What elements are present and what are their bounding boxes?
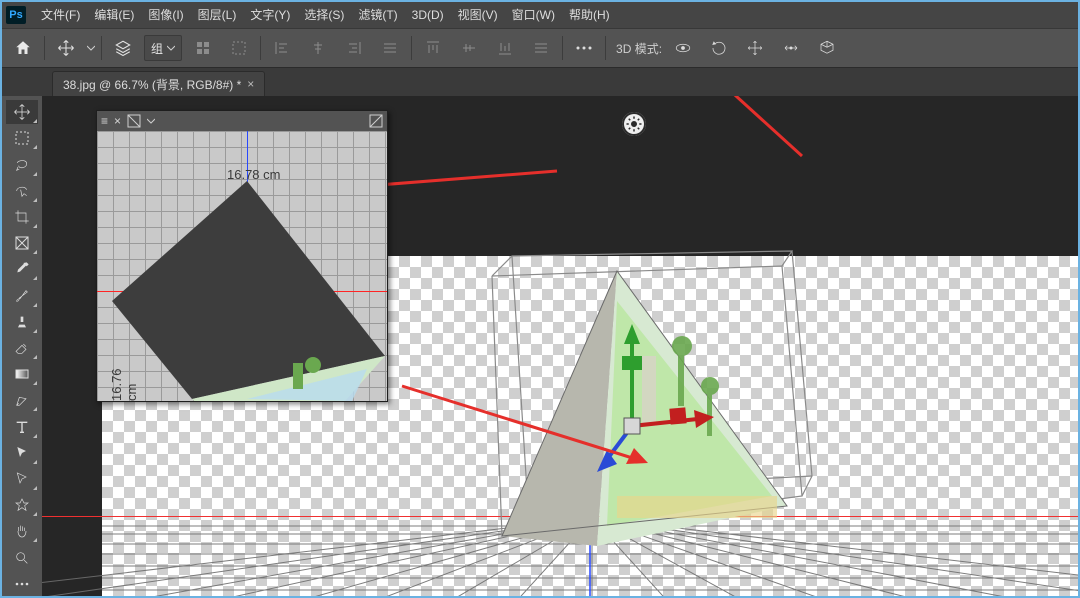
group-selector[interactable]: 组 [144, 35, 182, 61]
separator [562, 36, 563, 60]
secondary-3d-view-panel[interactable]: ≡ × 16.78 cm 16.76 cm [96, 110, 388, 402]
mode3d-label: 3D 模式: [616, 40, 662, 57]
document-tab[interactable]: 38.jpg @ 66.7% (背景, RGB/8#) * × [52, 71, 265, 96]
separator [44, 36, 45, 60]
path-select-tool[interactable] [6, 441, 38, 465]
move-tool-icon[interactable] [51, 33, 81, 63]
separator [411, 36, 412, 60]
align-vcenter-icon[interactable] [454, 33, 484, 63]
move-tool[interactable] [6, 100, 38, 124]
menu-edit[interactable]: 编辑(E) [87, 2, 141, 28]
align-top-icon[interactable] [418, 33, 448, 63]
hand-tool[interactable] [6, 519, 38, 543]
secondary-view-titlebar[interactable]: ≡ × [97, 111, 387, 132]
menu-layer[interactable]: 图层(L) [191, 2, 244, 28]
document-canvas[interactable]: ≡ × 16.78 cm 16.76 cm [42, 96, 1078, 596]
crop-tool[interactable] [6, 205, 38, 229]
align-hcenter-icon[interactable] [303, 33, 333, 63]
work-area: ≡ × 16.78 cm 16.76 cm [2, 96, 1078, 596]
clone-stamp-tool[interactable] [6, 310, 38, 334]
3d-slide-icon[interactable] [776, 33, 806, 63]
align-left-icon[interactable] [267, 33, 297, 63]
more-tool[interactable] [6, 572, 38, 596]
3d-scale-icon[interactable] [812, 33, 842, 63]
menu-file[interactable]: 文件(F) [34, 2, 87, 28]
align-more-icon[interactable] [375, 33, 405, 63]
eraser-tool[interactable] [6, 336, 38, 360]
separator [260, 36, 261, 60]
direct-select-tool[interactable] [6, 467, 38, 491]
quick-select-tool[interactable] [6, 179, 38, 203]
menu-select[interactable]: 选择(S) [297, 2, 351, 28]
brush-tool[interactable] [6, 283, 38, 307]
panel-view-icon[interactable] [127, 114, 141, 128]
home-button[interactable] [8, 33, 38, 63]
separator [605, 36, 606, 60]
document-tab-title: 38.jpg @ 66.7% (背景, RGB/8#) * [63, 76, 241, 93]
menu-help[interactable]: 帮助(H) [562, 2, 617, 28]
opt-icon-1[interactable] [188, 33, 218, 63]
type-tool[interactable] [6, 414, 38, 438]
menu-type[interactable]: 文字(Y) [243, 2, 297, 28]
environment-light-icon[interactable] [622, 112, 646, 136]
3d-rotate-icon[interactable] [704, 33, 734, 63]
close-tab-icon[interactable]: × [247, 77, 254, 91]
panel-expand-icon[interactable] [369, 114, 383, 128]
zoom-tool[interactable] [6, 545, 38, 569]
distribute-icon[interactable] [526, 33, 556, 63]
photoshop-window: Ps 文件(F) 编辑(E) 图像(I) 图层(L) 文字(Y) 选择(S) 滤… [0, 0, 1080, 598]
menu-view[interactable]: 视图(V) [451, 2, 505, 28]
frame-tool[interactable] [6, 231, 38, 255]
align-bottom-icon[interactable] [490, 33, 520, 63]
pen-tool[interactable] [6, 388, 38, 412]
rect-marquee-tool[interactable] [6, 126, 38, 150]
lasso-tool[interactable] [6, 152, 38, 176]
3d-pan-icon[interactable] [740, 33, 770, 63]
show-transform-controls-icon[interactable] [224, 33, 254, 63]
layers-stack-icon[interactable] [108, 33, 138, 63]
gradient-tool[interactable] [6, 362, 38, 386]
chevron-down-icon[interactable] [147, 117, 155, 125]
tools-panel [2, 96, 43, 596]
eyedropper-tool[interactable] [6, 257, 38, 281]
app-logo: Ps [6, 6, 26, 24]
group-selector-label: 组 [151, 40, 163, 57]
align-right-icon[interactable] [339, 33, 369, 63]
more-options-icon[interactable] [569, 33, 599, 63]
panel-close-icon[interactable]: × [114, 114, 121, 128]
secondary-pyramid [97, 131, 387, 401]
3d-orbit-icon[interactable] [668, 33, 698, 63]
menu-image[interactable]: 图像(I) [141, 2, 190, 28]
menu-bar: Ps 文件(F) 编辑(E) 图像(I) 图层(L) 文字(Y) 选择(S) 滤… [2, 2, 1078, 28]
menu-window[interactable]: 窗口(W) [505, 2, 562, 28]
shape-tool[interactable] [6, 493, 38, 517]
document-tab-bar: 38.jpg @ 66.7% (背景, RGB/8#) * × [2, 68, 1078, 97]
panel-menu-icon[interactable]: ≡ [101, 114, 108, 128]
menu-3d[interactable]: 3D(D) [405, 2, 451, 28]
separator [101, 36, 102, 60]
options-bar: 组 3D 模式: [2, 28, 1078, 68]
menu-filter[interactable]: 滤镜(T) [351, 2, 404, 28]
